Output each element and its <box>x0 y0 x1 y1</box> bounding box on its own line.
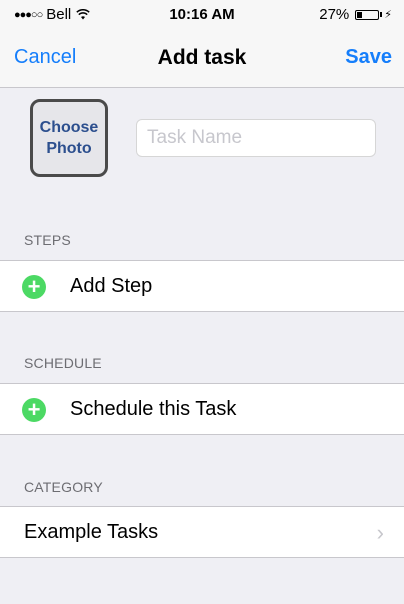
status-bar: ●●●○○ Bell 10:16 AM 27% ⚡ <box>0 0 404 28</box>
schedule-task-row[interactable]: + Schedule this Task <box>0 383 404 435</box>
page-title: Add task <box>157 46 247 69</box>
add-step-row[interactable]: + Add Step <box>0 260 404 312</box>
status-right: 27% ⚡ <box>319 6 392 23</box>
choose-photo-line1: Choose <box>39 119 99 136</box>
schedule-section-header: SCHEDULE <box>24 355 102 371</box>
save-button[interactable]: Save <box>345 46 392 69</box>
battery-cap <box>380 12 383 17</box>
schedule-task-label: Schedule this Task <box>70 398 237 420</box>
choose-photo-line2: Photo <box>46 140 92 157</box>
add-step-label: Add Step <box>70 275 153 297</box>
battery-icon <box>355 9 380 20</box>
charging-bolt-icon: ⚡ <box>384 9 392 21</box>
battery-percent: 27% <box>319 6 350 23</box>
chevron-right-icon: › <box>376 520 384 545</box>
category-row[interactable]: Example Tasks › <box>0 506 404 558</box>
plus-circle-icon: + <box>22 398 46 422</box>
plus-circle-icon: + <box>22 275 46 299</box>
steps-section-header: STEPS <box>24 232 71 248</box>
battery-level <box>357 11 363 18</box>
category-section-header: CATEGORY <box>24 479 103 495</box>
navigation-bar: Cancel Add task Save <box>0 28 404 88</box>
task-name-input[interactable] <box>136 119 376 157</box>
choose-photo-button[interactable]: Choose Photo <box>30 99 108 177</box>
category-value: Example Tasks <box>24 521 159 543</box>
choose-photo-label: Choose Photo <box>40 117 99 159</box>
